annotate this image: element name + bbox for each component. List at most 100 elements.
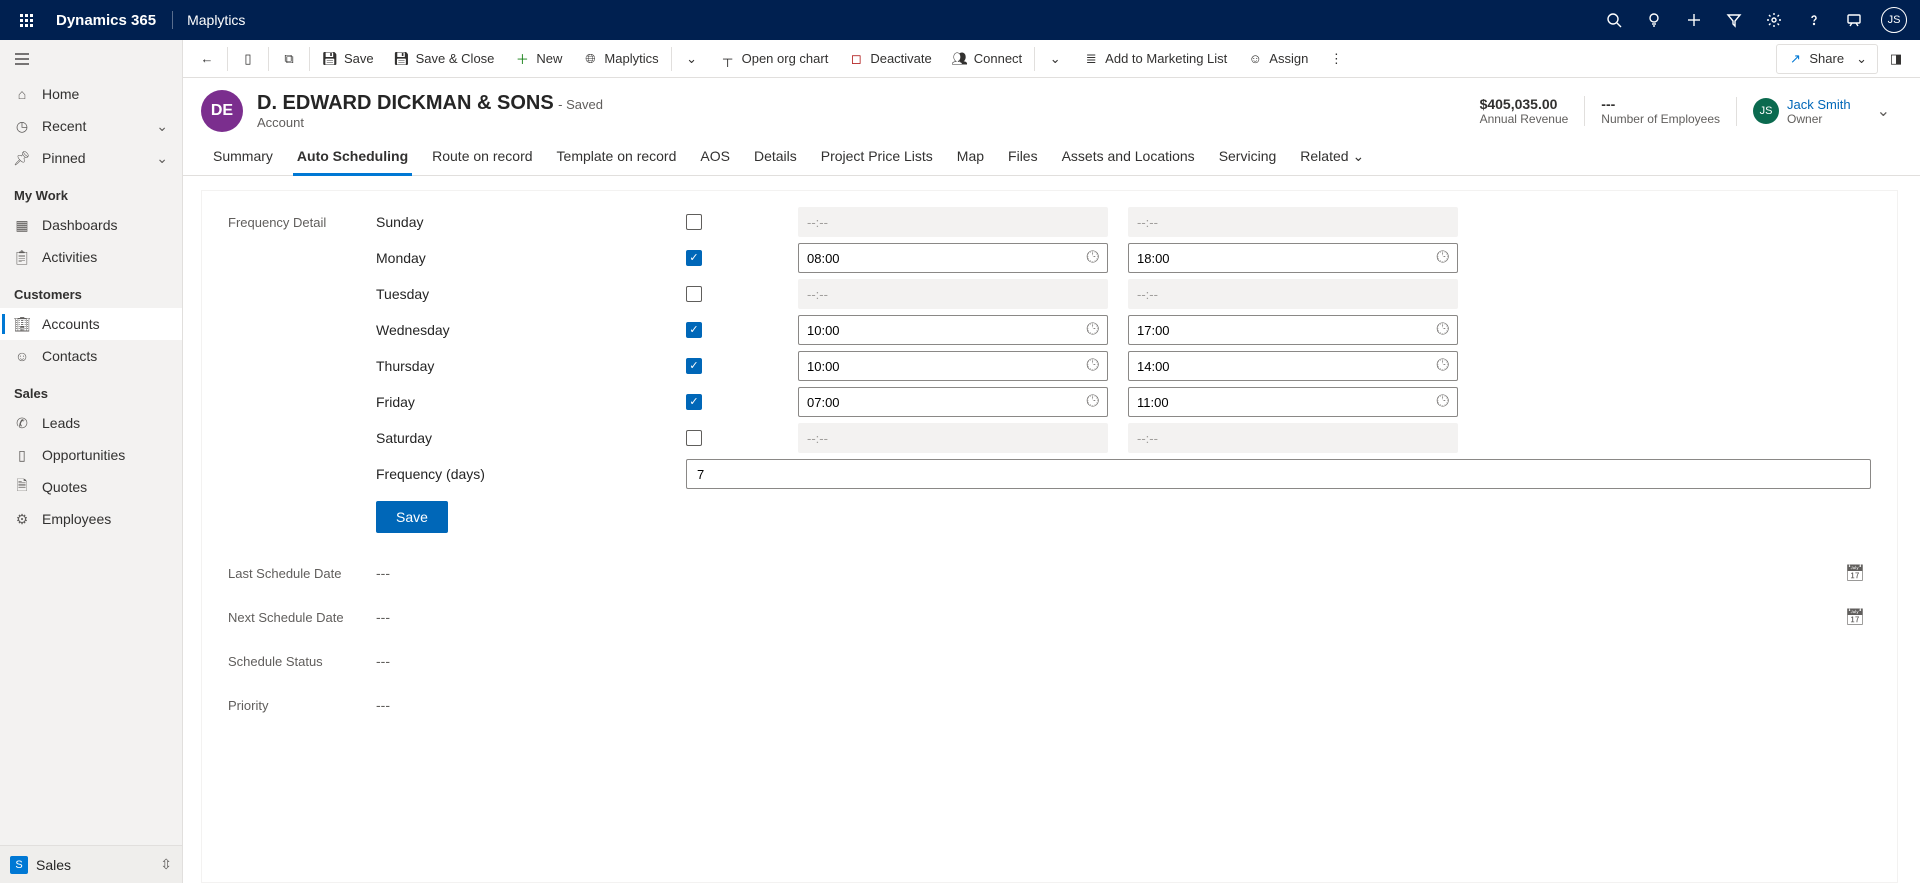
help-icon[interactable]: [1794, 0, 1834, 40]
tab-map[interactable]: Map: [945, 138, 996, 175]
day-checkbox[interactable]: [686, 394, 702, 410]
clock-icon[interactable]: 🕒︎: [1086, 321, 1099, 339]
tab-files[interactable]: Files: [996, 138, 1050, 175]
tab-template[interactable]: Template on record: [545, 138, 689, 175]
tab-details[interactable]: Details: [742, 138, 809, 175]
start-time-input[interactable]: 🕒︎: [798, 243, 1108, 273]
book-icon: ▯: [14, 447, 30, 464]
sidebar-item-recent[interactable]: ◷Recent⌄: [0, 110, 182, 142]
calendar-icon[interactable]: 📅︎: [1845, 607, 1871, 627]
app-name[interactable]: Maplytics: [179, 12, 253, 28]
frequency-label: Frequency (days): [376, 466, 686, 482]
clock-icon[interactable]: 🕒︎: [1086, 393, 1099, 411]
tab-aos[interactable]: AOS: [688, 138, 742, 175]
assign-button[interactable]: ☺Assign: [1237, 40, 1318, 78]
day-checkbox[interactable]: [686, 358, 702, 374]
tab-servicing[interactable]: Servicing: [1207, 138, 1289, 175]
readonly-value[interactable]: ---: [376, 609, 1845, 625]
overflow-button[interactable]: ⋮: [1318, 40, 1354, 78]
gear-icon[interactable]: [1754, 0, 1794, 40]
readonly-value[interactable]: ---: [376, 697, 1871, 713]
end-time-input[interactable]: 🕒︎: [1128, 351, 1458, 381]
sidebar-item-home[interactable]: ⌂Home: [0, 78, 182, 110]
readonly-value[interactable]: ---: [376, 565, 1845, 581]
owner-name[interactable]: Jack Smith: [1787, 97, 1851, 112]
save-form-button[interactable]: Save: [376, 501, 448, 533]
sidebar-item-contacts[interactable]: ☺Contacts: [0, 340, 182, 372]
sidebar-item-leads[interactable]: ✆Leads: [0, 407, 182, 439]
app-launcher-icon[interactable]: [6, 0, 46, 40]
form-scroll[interactable]: Frequency DetailSundayMonday🕒︎🕒︎TuesdayW…: [201, 190, 1898, 883]
end-time-input[interactable]: 🕒︎: [1128, 387, 1458, 417]
sidebar-item-dashboards[interactable]: ▦Dashboards: [0, 209, 182, 241]
hamburger-icon[interactable]: [0, 40, 182, 78]
end-time-input-field[interactable]: [1137, 395, 1436, 410]
clock-icon[interactable]: 🕒︎: [1436, 321, 1449, 339]
sidebar-item-opportunities[interactable]: ▯Opportunities: [0, 439, 182, 471]
readonly-value[interactable]: ---: [376, 653, 1871, 669]
user-avatar[interactable]: JS: [1874, 0, 1914, 40]
back-button[interactable]: ←: [189, 40, 225, 78]
connect-button[interactable]: 👥︎Connect: [942, 40, 1032, 78]
side-panel-icon[interactable]: ◨: [1878, 40, 1914, 78]
start-time-input[interactable]: 🕒︎: [798, 351, 1108, 381]
start-time-input-field[interactable]: [807, 395, 1086, 410]
connect-chevron[interactable]: ⌄: [1037, 40, 1073, 78]
tab-assets[interactable]: Assets and Locations: [1050, 138, 1207, 175]
assistant-icon[interactable]: [1834, 0, 1874, 40]
end-time-input-field[interactable]: [1137, 323, 1436, 338]
maplytics-chevron[interactable]: ⌄: [674, 40, 710, 78]
add-marketing-button[interactable]: ≣Add to Marketing List: [1073, 40, 1237, 78]
page-icon[interactable]: ▯: [230, 40, 266, 78]
brand-label[interactable]: Dynamics 365: [46, 12, 166, 29]
sidebar-item-pinned[interactable]: 📌︎Pinned⌄: [0, 142, 182, 174]
popout-icon[interactable]: ⧉: [271, 40, 307, 78]
save-close-button[interactable]: 💾︎Save & Close: [384, 40, 505, 78]
end-time-input-field[interactable]: [1137, 359, 1436, 374]
tab-auto-scheduling[interactable]: Auto Scheduling: [285, 138, 420, 175]
tab-summary[interactable]: Summary: [201, 138, 285, 175]
new-button[interactable]: ＋New: [504, 40, 572, 78]
start-time-input-field[interactable]: [807, 251, 1086, 266]
frequency-input[interactable]: [686, 459, 1871, 489]
area-switcher[interactable]: S Sales ⇳: [0, 845, 182, 883]
search-icon[interactable]: [1594, 0, 1634, 40]
start-time-input-field[interactable]: [807, 359, 1086, 374]
clock-icon[interactable]: 🕒︎: [1086, 357, 1099, 375]
open-org-chart-button[interactable]: ┬Open org chart: [710, 40, 839, 78]
plus-icon[interactable]: [1674, 0, 1714, 40]
clock-icon[interactable]: 🕒︎: [1436, 249, 1449, 267]
sidebar-item-employees[interactable]: ⚙Employees: [0, 503, 182, 535]
tab-related[interactable]: Related ⌄: [1288, 138, 1376, 175]
sidebar-item-quotes[interactable]: 🗎︎Quotes: [0, 471, 182, 503]
clock-icon[interactable]: 🕒︎: [1436, 393, 1449, 411]
day-checkbox[interactable]: [686, 322, 702, 338]
end-time-input[interactable]: 🕒︎: [1128, 243, 1458, 273]
clock-icon[interactable]: 🕒︎: [1086, 249, 1099, 267]
document-icon: 🗎︎: [14, 475, 30, 499]
sidebar-item-activities[interactable]: 📋︎Activities: [0, 241, 182, 273]
calendar-icon[interactable]: 📅︎: [1845, 563, 1871, 583]
save-button[interactable]: 💾︎Save: [312, 40, 384, 78]
day-checkbox[interactable]: [686, 430, 702, 446]
deactivate-button[interactable]: ◻Deactivate: [838, 40, 941, 78]
day-checkbox[interactable]: [686, 286, 702, 302]
filter-icon[interactable]: [1714, 0, 1754, 40]
record-header: DE D. EDWARD DICKMAN & SONS - Saved Acco…: [183, 78, 1920, 138]
end-time-input[interactable]: 🕒︎: [1128, 315, 1458, 345]
lightbulb-icon[interactable]: [1634, 0, 1674, 40]
end-time-input-field[interactable]: [1137, 251, 1436, 266]
share-button[interactable]: ↗Share⌄: [1776, 44, 1878, 74]
day-checkbox[interactable]: [686, 214, 702, 230]
clock-icon[interactable]: 🕒︎: [1436, 357, 1449, 375]
start-time-input-field[interactable]: [807, 323, 1086, 338]
tab-route[interactable]: Route on record: [420, 138, 544, 175]
owner-block[interactable]: JS Jack Smith Owner: [1736, 97, 1851, 126]
tab-project-price-lists[interactable]: Project Price Lists: [809, 138, 945, 175]
day-checkbox[interactable]: [686, 250, 702, 266]
start-time-input[interactable]: 🕒︎: [798, 387, 1108, 417]
start-time-input[interactable]: 🕒︎: [798, 315, 1108, 345]
maplytics-button[interactable]: 🌐︎Maplytics: [572, 40, 668, 78]
header-chevron[interactable]: ⌄: [1865, 101, 1902, 121]
sidebar-item-accounts[interactable]: 🏢︎Accounts: [0, 308, 182, 340]
